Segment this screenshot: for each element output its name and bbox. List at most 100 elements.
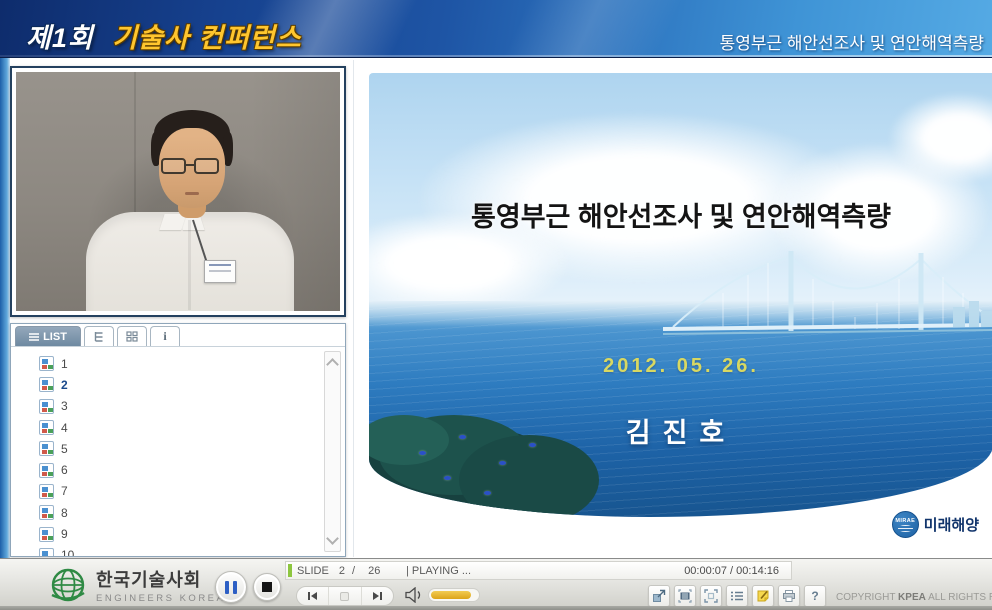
engineers-korea-logo: 한국기술사회 ENGINEERS KOREA bbox=[48, 565, 225, 605]
list-item-label: 4 bbox=[61, 421, 68, 435]
list-item[interactable]: 4 bbox=[39, 417, 74, 438]
prev-icon bbox=[311, 592, 317, 600]
list-item[interactable]: 5 bbox=[39, 438, 74, 459]
index-button[interactable] bbox=[726, 585, 748, 607]
slide-thumbnail-icon bbox=[39, 505, 54, 520]
slide-counter-label: SLIDE bbox=[297, 565, 329, 577]
tab-list[interactable]: LIST bbox=[15, 326, 81, 346]
list-item[interactable]: 10 bbox=[39, 545, 74, 556]
next-slide-button[interactable] bbox=[361, 587, 393, 605]
list-item-label: 8 bbox=[61, 506, 68, 520]
slide-thumbnail-icon bbox=[39, 548, 54, 556]
slide-thumbnail-icon bbox=[39, 527, 54, 542]
screen-mode-button[interactable] bbox=[674, 585, 696, 607]
slide-thumbnail-icon bbox=[39, 420, 54, 435]
slide-panel: 통영부근 해안선조사 및 연안해역측량 bbox=[353, 60, 992, 557]
print-icon bbox=[782, 589, 796, 603]
header-bar: 제1회 기술사 컨퍼런스 통영부근 해안선조사 및 연안해역측량 bbox=[0, 0, 992, 58]
slide-view[interactable]: 통영부근 해안선조사 및 연안해역측량 bbox=[369, 73, 992, 545]
fullscreen-button[interactable] bbox=[700, 585, 722, 607]
status-bar: SLIDE 2 / 26 | PLAYING ... 00:00:07 / 00… bbox=[285, 561, 792, 580]
name-badge bbox=[204, 260, 236, 283]
slide-title: 통영부근 해안선조사 및 연안해역측량 bbox=[369, 195, 992, 234]
org-name-korean: 한국기술사회 bbox=[96, 566, 225, 592]
scroll-up-icon[interactable] bbox=[326, 358, 339, 371]
list-item[interactable]: 1 bbox=[39, 353, 74, 374]
list-item[interactable]: 3 bbox=[39, 396, 74, 417]
speaker-icon bbox=[404, 587, 424, 603]
glasses-bridge bbox=[185, 164, 195, 166]
help-button[interactable]: ? bbox=[804, 585, 826, 607]
slide-counter: SLIDE 2 / 26 bbox=[297, 565, 380, 577]
slide-thumbnail-icon bbox=[39, 463, 54, 478]
slide-current: 2 bbox=[339, 565, 345, 577]
scroll-down-icon[interactable] bbox=[326, 532, 339, 545]
glasses-right-lens bbox=[194, 158, 219, 174]
slide-presenter-name: 김진호 bbox=[369, 411, 992, 450]
bottom-edge-decoration bbox=[0, 606, 992, 610]
event-title-prefix: 제1회 bbox=[26, 23, 94, 53]
slide-separator: / bbox=[352, 565, 355, 577]
popout-button[interactable] bbox=[648, 585, 670, 607]
tab-info[interactable]: i bbox=[150, 326, 180, 346]
event-title-main: 기술사 컨퍼런스 bbox=[112, 23, 301, 53]
list-item-label: 3 bbox=[61, 399, 68, 413]
help-icon: ? bbox=[811, 589, 818, 603]
mirae-logo-badge-text: MIRAE bbox=[895, 518, 915, 524]
sync-slide-button[interactable] bbox=[328, 587, 360, 605]
mute-button[interactable] bbox=[404, 587, 424, 608]
organization-logo: MIRAE 미래해양 bbox=[892, 511, 979, 538]
video-panel bbox=[10, 66, 346, 317]
list-item-label: 6 bbox=[61, 463, 68, 477]
grid-icon bbox=[126, 331, 138, 342]
volume-level bbox=[431, 591, 471, 599]
list-icon bbox=[29, 333, 39, 341]
list-item[interactable]: 6 bbox=[39, 459, 74, 480]
pause-button[interactable] bbox=[215, 571, 247, 603]
list-item[interactable]: 8 bbox=[39, 502, 74, 523]
slide-thumbnail-icon bbox=[39, 484, 54, 499]
stop-button[interactable] bbox=[253, 573, 281, 601]
list-scrollbar[interactable] bbox=[324, 351, 341, 552]
popout-icon bbox=[652, 589, 666, 603]
list-item-label: 10 bbox=[61, 548, 74, 556]
globe-logo-icon bbox=[48, 565, 88, 605]
suspension-bridge bbox=[663, 231, 992, 351]
note-icon bbox=[756, 589, 770, 603]
index-icon bbox=[730, 589, 744, 603]
slide-thumbnail-icon bbox=[39, 441, 54, 456]
tab-list-label: LIST bbox=[43, 331, 67, 343]
screen-icon bbox=[678, 589, 692, 603]
slide-transport-controls bbox=[296, 586, 394, 606]
list-item[interactable]: 9 bbox=[39, 523, 74, 544]
presenter-video[interactable] bbox=[16, 72, 340, 311]
tab-outline[interactable] bbox=[84, 326, 114, 346]
list-item[interactable]: 2 bbox=[39, 374, 74, 395]
previous-slide-button[interactable] bbox=[297, 587, 328, 605]
left-edge-decoration bbox=[0, 58, 10, 606]
tab-thumbnails[interactable] bbox=[117, 326, 147, 346]
event-title: 제1회 기술사 컨퍼런스 bbox=[26, 16, 302, 55]
print-button[interactable] bbox=[778, 585, 800, 607]
list-item-label: 1 bbox=[61, 357, 68, 371]
volume-slider[interactable] bbox=[428, 588, 480, 602]
slide-thumbnail-icon bbox=[39, 377, 54, 392]
sync-icon bbox=[340, 592, 349, 601]
org-name-english: ENGINEERS KOREA bbox=[96, 593, 225, 604]
wave-lines-icon bbox=[898, 525, 913, 532]
pause-icon bbox=[225, 581, 237, 594]
slide-thumbnail-icon bbox=[39, 399, 54, 414]
fullscreen-icon bbox=[704, 589, 718, 603]
next-icon bbox=[380, 592, 382, 600]
note-button[interactable] bbox=[752, 585, 774, 607]
presenter-shirt bbox=[86, 212, 294, 311]
mirae-logo-icon: MIRAE bbox=[892, 511, 919, 538]
control-bar: 한국기술사회 ENGINEERS KOREA SLIDE 2 / 26 | PL… bbox=[0, 558, 992, 606]
info-icon: i bbox=[163, 329, 166, 344]
list-item[interactable]: 7 bbox=[39, 481, 74, 502]
prev-icon bbox=[308, 592, 310, 600]
slide-total: 26 bbox=[368, 565, 380, 577]
slide-list-panel: LIST i 1 2 3 bbox=[10, 323, 346, 557]
glasses-left-lens bbox=[161, 158, 186, 174]
slide-date: 2012. 05. 26. bbox=[369, 355, 992, 378]
